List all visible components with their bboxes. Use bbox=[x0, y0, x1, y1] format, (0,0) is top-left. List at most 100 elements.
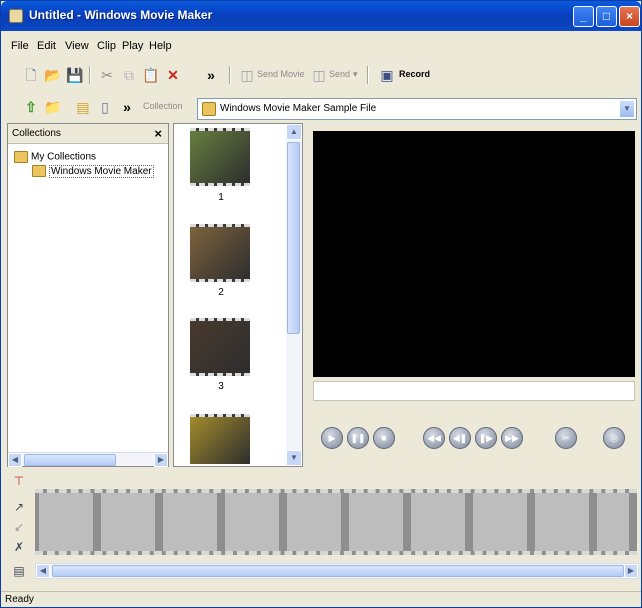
split-clip-button[interactable]: ✂ bbox=[555, 427, 577, 449]
scroll-thumb[interactable] bbox=[52, 565, 624, 577]
record-icon[interactable]: ▣ bbox=[377, 65, 397, 85]
scroll-thumb[interactable] bbox=[287, 142, 300, 334]
storyboard-cell[interactable] bbox=[287, 493, 345, 551]
cut-icon[interactable]: ✂ bbox=[97, 65, 117, 85]
storyboard-filmstrip[interactable] bbox=[35, 489, 637, 555]
send-dropdown-icon[interactable]: ▾ bbox=[353, 69, 358, 80]
send-movie-button[interactable]: Send Movie bbox=[257, 69, 305, 79]
views-icon[interactable]: ▯ bbox=[95, 97, 115, 117]
close-icon[interactable]: × bbox=[154, 126, 162, 141]
clip-number: 2 bbox=[218, 287, 224, 298]
folder-icon bbox=[14, 151, 28, 163]
clip-thumbnail[interactable] bbox=[190, 414, 250, 464]
collections-pane: Collections × My Collections Windows Mov… bbox=[7, 123, 169, 467]
scroll-down-icon[interactable]: ▼ bbox=[286, 450, 302, 466]
scroll-left-icon[interactable]: ◀ bbox=[36, 564, 50, 578]
scroll-thumb[interactable] bbox=[24, 454, 116, 466]
clip-image bbox=[190, 227, 250, 279]
clip-image bbox=[190, 131, 250, 183]
timeline-toggle-icon[interactable]: ▤ bbox=[9, 561, 29, 581]
menu-clip[interactable]: Clip bbox=[97, 40, 116, 52]
window-title: Untitled - Windows Movie Maker bbox=[29, 8, 213, 22]
storyboard-tools: ⊤ ↗ ↙ ✗ ▤ bbox=[7, 471, 31, 591]
storyboard-horizontal-scrollbar[interactable]: ◀ ▶ bbox=[35, 563, 639, 579]
clip-image bbox=[190, 417, 250, 464]
scroll-right-icon[interactable]: ▶ bbox=[154, 453, 168, 467]
send-icon[interactable]: ◫ bbox=[309, 65, 329, 85]
tree-item-label: My Collections bbox=[31, 151, 97, 163]
send-button[interactable]: Send bbox=[329, 69, 350, 79]
send-movie-icon[interactable]: ◫ bbox=[237, 65, 257, 85]
menu-file[interactable]: File bbox=[11, 40, 29, 52]
clip-thumbnail[interactable] bbox=[190, 224, 250, 282]
status-bar: Ready bbox=[1, 591, 641, 607]
delete-icon[interactable]: ✕ bbox=[163, 65, 183, 85]
tree-item-my-collections[interactable]: My Collections bbox=[14, 151, 96, 163]
clip-number: 3 bbox=[218, 381, 224, 392]
scroll-left-icon[interactable]: ◀ bbox=[8, 453, 22, 467]
stop-button[interactable]: ■ bbox=[373, 427, 395, 449]
fast-forward-button[interactable]: ▶▶ bbox=[501, 427, 523, 449]
zoom-in-icon[interactable]: ↗ bbox=[9, 497, 29, 517]
toolbar-separator bbox=[89, 66, 91, 84]
preview-area: ▶ ❚❚ ■ ◀◀ ◀❚ ❚▶ ▶▶ ✂ ◎ bbox=[307, 123, 637, 467]
menu-edit[interactable]: Edit bbox=[37, 40, 56, 52]
copy-icon[interactable]: ⧉ bbox=[119, 65, 139, 85]
collection-dropdown[interactable]: Windows Movie Maker Sample File ▼ bbox=[197, 98, 637, 120]
scroll-right-icon[interactable]: ▶ bbox=[624, 564, 638, 578]
contents-vertical-scrollbar[interactable]: ▲ ▼ bbox=[286, 124, 302, 466]
folder-icon bbox=[32, 165, 46, 177]
paste-icon[interactable]: 📋 bbox=[141, 65, 161, 85]
take-picture-button[interactable]: ◎ bbox=[603, 427, 625, 449]
new-collection-icon[interactable]: 📁 bbox=[43, 97, 63, 117]
video-monitor bbox=[313, 131, 635, 377]
collections-pane-header: Collections × bbox=[8, 124, 168, 144]
storyboard-cell[interactable] bbox=[101, 493, 159, 551]
record-narration-icon[interactable]: ✗ bbox=[9, 537, 29, 557]
toolbar-separator bbox=[229, 66, 231, 84]
chevron-down-icon[interactable]: ▼ bbox=[619, 100, 635, 118]
previous-frame-button[interactable]: ◀❚ bbox=[449, 427, 471, 449]
storyboard-cell[interactable] bbox=[225, 493, 283, 551]
new-project-icon[interactable]: 🗋 bbox=[21, 65, 41, 85]
storyboard-cell[interactable] bbox=[163, 493, 221, 551]
open-project-icon[interactable]: 📂 bbox=[43, 65, 63, 85]
save-project-icon[interactable]: 💾 bbox=[65, 65, 85, 85]
storyboard-cell[interactable] bbox=[349, 493, 407, 551]
zoom-out-icon[interactable]: ↙ bbox=[9, 517, 29, 537]
play-button[interactable]: ▶ bbox=[321, 427, 343, 449]
scroll-up-icon[interactable]: ▲ bbox=[286, 124, 302, 140]
storyboard-cell[interactable] bbox=[411, 493, 469, 551]
clip-number: 1 bbox=[218, 192, 224, 203]
tree-item-label: Windows Movie Maker bbox=[49, 164, 154, 178]
standard-toolbar: 🗋 📂 💾 ✂ ⧉ 📋 ✕ » ◫ Send Movie ◫ Send ▾ ▣ … bbox=[5, 61, 637, 89]
folder-icon bbox=[202, 102, 216, 116]
record-button[interactable]: Record bbox=[399, 69, 430, 79]
collection-overflow-icon[interactable]: » bbox=[117, 97, 137, 117]
up-level-icon[interactable]: ⇧ bbox=[21, 97, 41, 117]
close-button[interactable]: × bbox=[619, 6, 640, 27]
toolbar-overflow-icon[interactable]: » bbox=[201, 65, 221, 85]
storyboard-cell[interactable] bbox=[39, 493, 97, 551]
seek-bar[interactable] bbox=[313, 381, 635, 401]
storyboard-cell[interactable] bbox=[473, 493, 531, 551]
set-audio-levels-icon[interactable]: ⊤ bbox=[9, 471, 29, 491]
clip-thumbnail[interactable] bbox=[190, 128, 250, 186]
toolbar-separator bbox=[367, 66, 369, 84]
storyboard-cell[interactable] bbox=[535, 493, 593, 551]
collections-pane-icon[interactable]: ▤ bbox=[73, 97, 93, 117]
collections-horizontal-scrollbar[interactable]: ◀ ▶ bbox=[8, 452, 168, 467]
menu-view[interactable]: View bbox=[65, 40, 89, 52]
minimize-button[interactable]: _ bbox=[573, 6, 594, 27]
rewind-button[interactable]: ◀◀ bbox=[423, 427, 445, 449]
clip-thumbnail[interactable] bbox=[190, 318, 250, 376]
storyboard-cell[interactable] bbox=[597, 493, 633, 551]
title-bar[interactable]: Untitled - Windows Movie Maker _ □ × bbox=[1, 1, 641, 31]
next-frame-button[interactable]: ❚▶ bbox=[475, 427, 497, 449]
tree-item-windows-movie-maker[interactable]: Windows Movie Maker bbox=[32, 164, 154, 178]
app-icon bbox=[9, 9, 23, 23]
pause-button[interactable]: ❚❚ bbox=[347, 427, 369, 449]
maximize-button[interactable]: □ bbox=[596, 6, 617, 27]
menu-help[interactable]: Help bbox=[149, 40, 172, 52]
menu-play[interactable]: Play bbox=[122, 40, 143, 52]
